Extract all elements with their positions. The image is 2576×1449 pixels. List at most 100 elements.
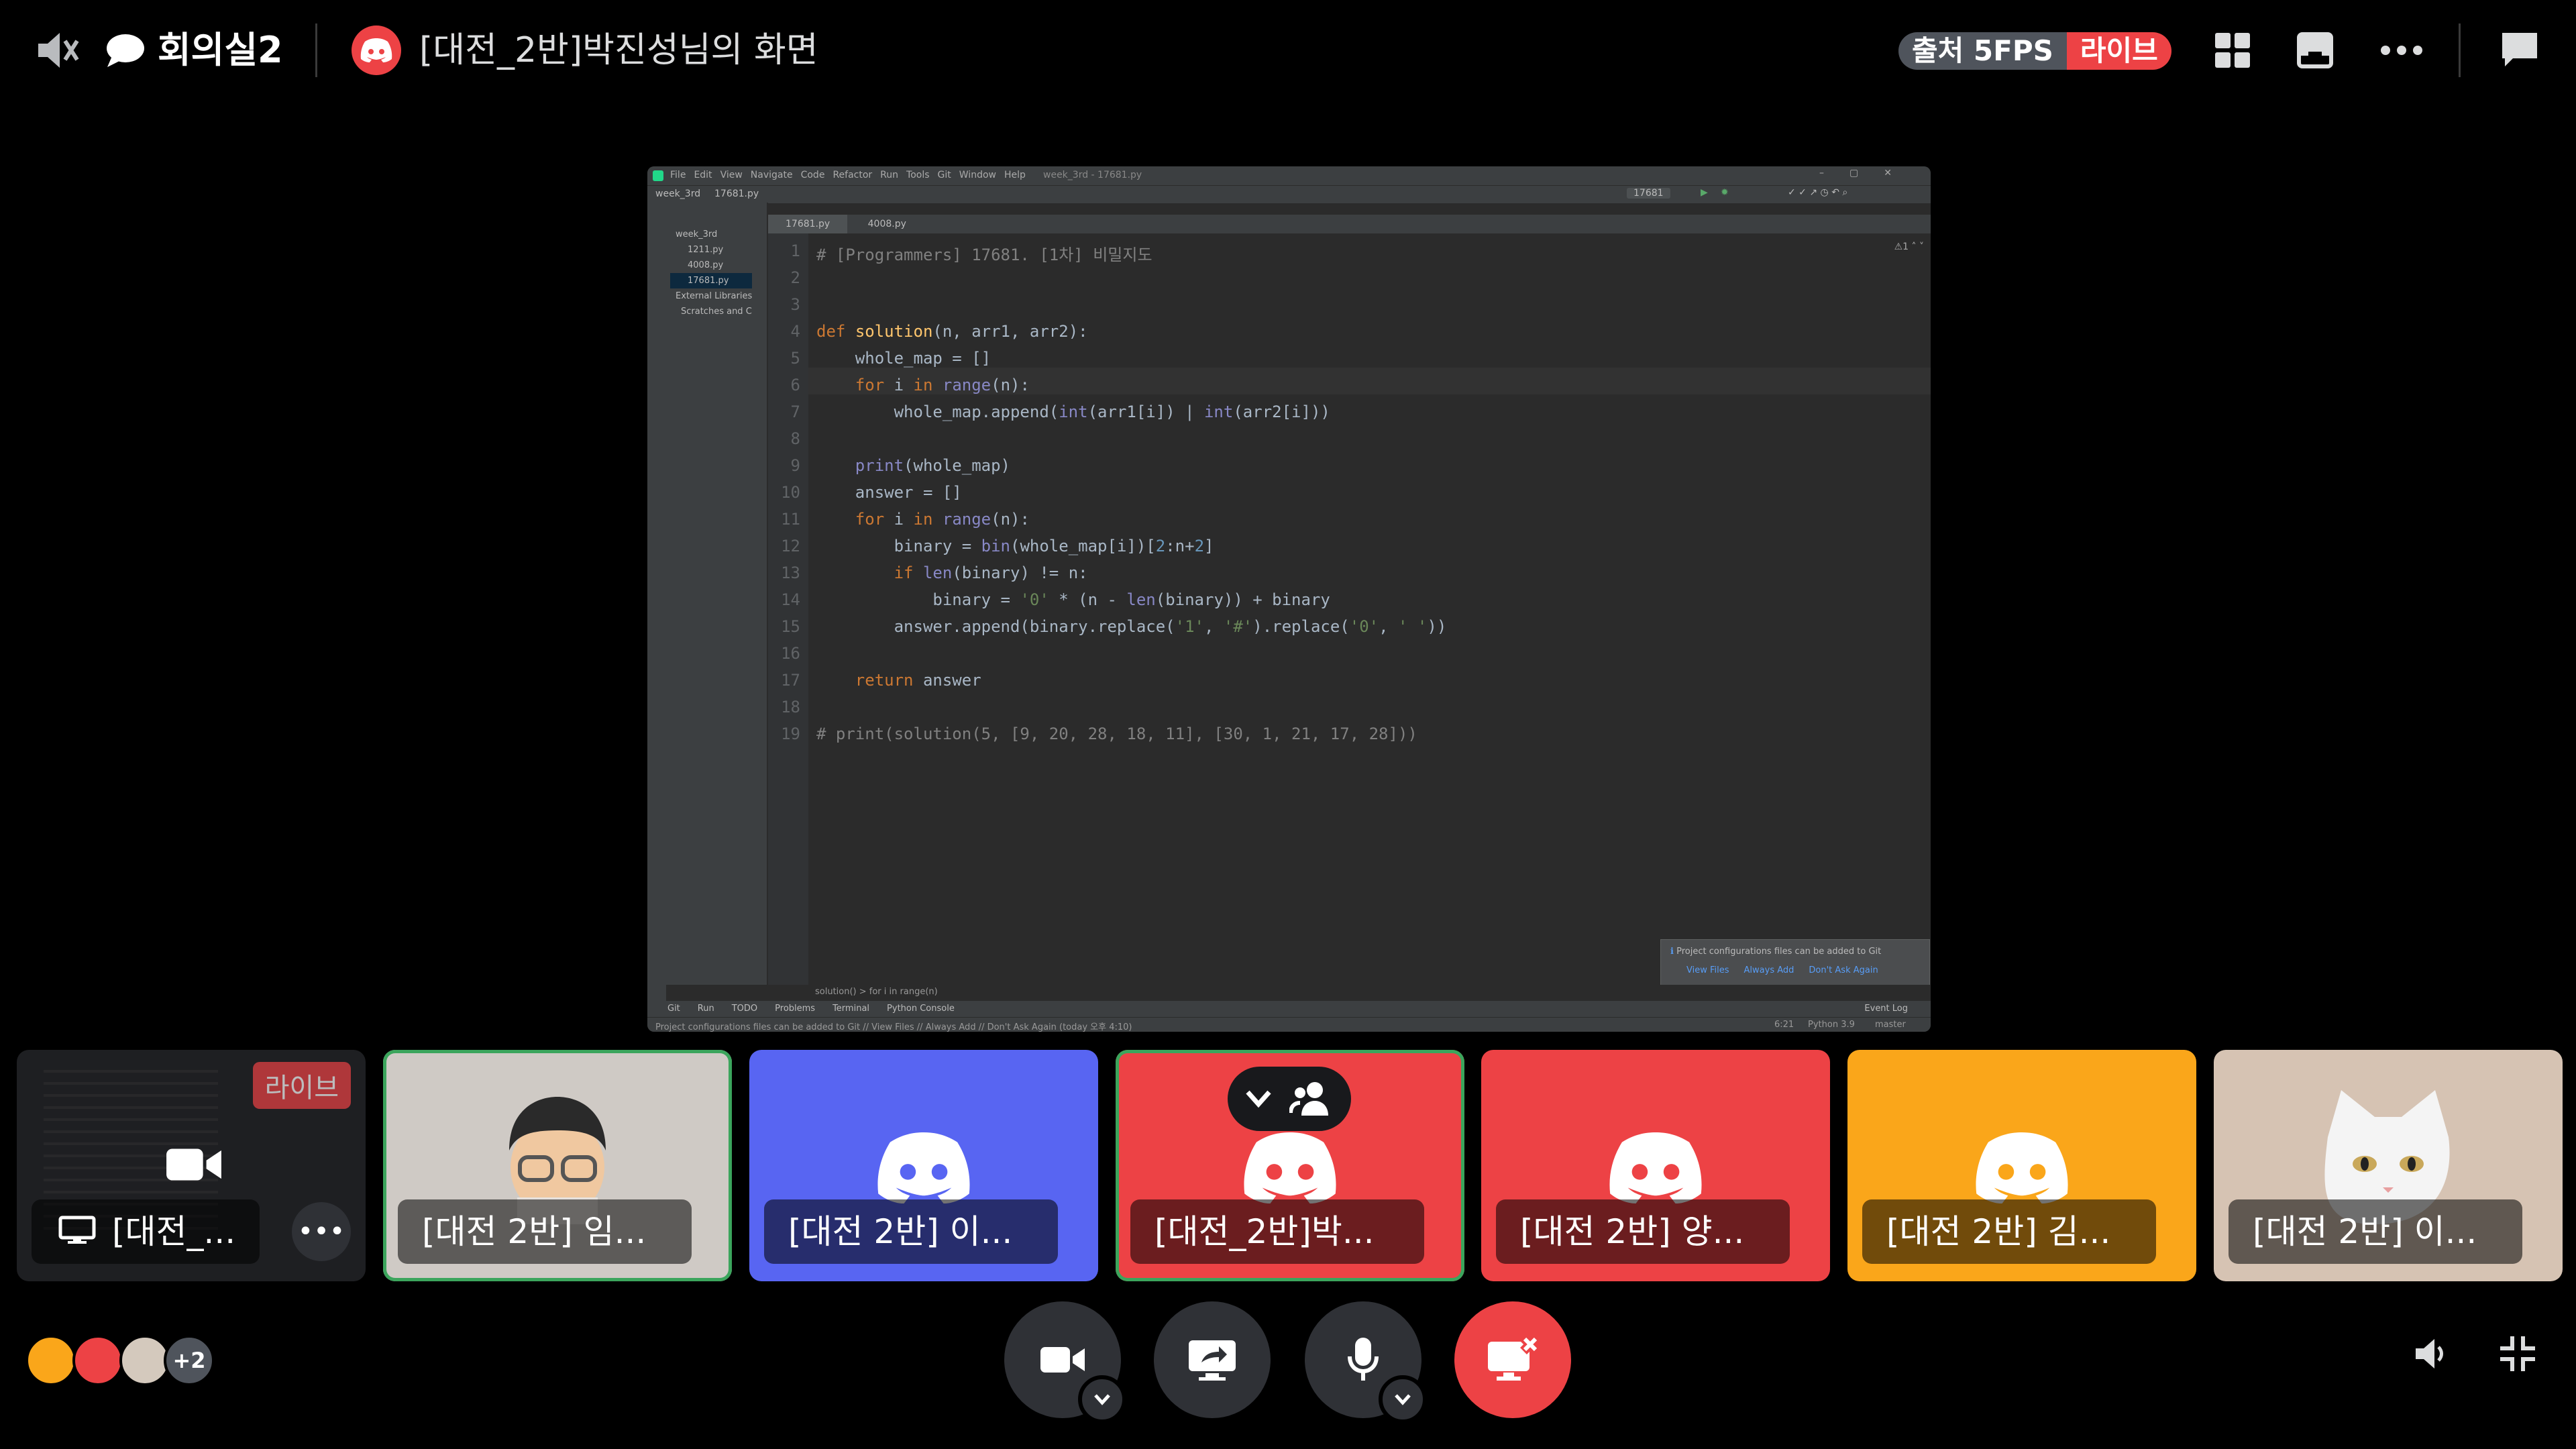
screen-share-stream[interactable]: File Edit View Navigate Code Refactor Run Tools… — [647, 166, 1931, 1032]
line-number: 15 — [781, 617, 800, 636]
code-line[interactable]: # [Programmers] 17681. [1차] 비밀지도 — [816, 241, 1152, 265]
line-number: 4 — [790, 322, 800, 341]
ide-menu-item[interactable]: Run — [880, 170, 898, 180]
avatar-discord-yellow[interactable] — [25, 1335, 76, 1386]
tool-window-tab[interactable]: Git — [667, 1004, 680, 1014]
line-number: 18 — [781, 698, 800, 716]
participant-tile[interactable]: [대전 2반] 양... — [1481, 1050, 1830, 1281]
stream-status-pill: 출처 5FPS 라이브 — [1898, 32, 2171, 70]
code-line[interactable]: # print(solution(5, [9, 20, 28, 18, 11],… — [816, 724, 1417, 743]
tile-more-options-icon[interactable]: ••• — [292, 1202, 351, 1261]
notification-text: ℹ Project configurations files can be ad… — [1670, 947, 1881, 957]
nav-file[interactable]: 17681.py — [714, 189, 759, 199]
debug-icon[interactable]: ✹ — [1721, 187, 1729, 198]
header-divider-right — [2459, 23, 2461, 77]
code-line[interactable]: answer = [] — [816, 483, 962, 502]
git-branch[interactable]: master — [1875, 1020, 1906, 1030]
git-actions[interactable]: ✓ ✓ ↗ ◷ ↶ ⌕ — [1788, 187, 1847, 198]
people-icon[interactable] — [1289, 1081, 1334, 1117]
code-editor[interactable]: ⚠1 ˄ ˅ # [Programmers] 17681. [1차] 비밀지도 d… — [808, 233, 1931, 985]
code-line[interactable]: if len(binary) != n: — [816, 564, 1088, 582]
popout-window-icon[interactable] — [2293, 28, 2337, 72]
ide-menu-item[interactable]: Window — [959, 170, 996, 180]
speaker-volume-icon[interactable] — [2408, 1332, 2453, 1376]
ide-menu-item[interactable]: Navigate — [751, 170, 793, 180]
view-files-link[interactable]: View Files — [1686, 965, 1729, 975]
chevron-down-icon[interactable] — [1245, 1089, 1272, 1108]
tool-window-tab[interactable]: Terminal — [833, 1004, 869, 1014]
editor-tabs: 17681.py 4008.py — [768, 215, 1931, 235]
ide-menu-item[interactable]: Edit — [694, 170, 712, 180]
focus-controls[interactable] — [1228, 1067, 1351, 1131]
exit-fullscreen-icon[interactable] — [2496, 1332, 2540, 1376]
ide-menu-item[interactable]: Help — [1004, 170, 1026, 180]
code-breadcrumb-text[interactable]: solution() > for i in range(n) — [815, 987, 938, 997]
code-line[interactable]: whole_map = [] — [816, 349, 991, 368]
window-controls[interactable]: –▢✕ — [1819, 168, 1917, 178]
microphone-button[interactable] — [1305, 1301, 1427, 1424]
video-camera-icon — [166, 1148, 221, 1181]
code-line[interactable]: answer.append(binary.replace('1', '#').r… — [816, 617, 1447, 636]
line-number: 6 — [790, 376, 800, 394]
run-icon[interactable]: ▶ — [1701, 187, 1708, 198]
project-tree-item[interactable]: 4008.py — [670, 258, 752, 273]
ide-menu-item[interactable]: View — [720, 170, 743, 180]
participant-tile[interactable]: [대전 2반] 이... — [749, 1050, 1098, 1281]
monitor-icon — [58, 1216, 96, 1244]
chat-toggle-icon[interactable] — [2496, 28, 2544, 72]
project-tree-item[interactable]: Scratches and C — [670, 304, 752, 319]
code-line[interactable]: whole_map.append(int(arr1[i]) | int(arr2… — [816, 402, 1330, 421]
tool-window-tab[interactable]: Python Console — [887, 1004, 955, 1014]
avatar-memoji[interactable] — [119, 1335, 170, 1386]
event-log-tab[interactable]: Event Log — [1864, 1004, 1908, 1014]
participant-tile[interactable]: [대전 2반] 김... — [1847, 1050, 2196, 1281]
camera-button[interactable] — [1004, 1301, 1126, 1424]
camera-options-chevron[interactable] — [1078, 1375, 1126, 1424]
participant-tile[interactable]: 라이브 [대전_... ••• — [17, 1050, 366, 1281]
extra-participants-count[interactable]: +2 — [164, 1335, 215, 1386]
pycharm-logo-icon — [653, 170, 663, 181]
code-line[interactable]: binary = '0' * (n - len(binary)) + binar… — [816, 590, 1330, 609]
cursor-position[interactable]: 6:21 — [1774, 1020, 1794, 1030]
code-line[interactable]: return answer — [816, 671, 981, 690]
grid-layout-icon[interactable] — [2210, 28, 2255, 72]
voice-settings-icon[interactable] — [31, 27, 85, 74]
nav-project[interactable]: week_3rd — [655, 189, 700, 199]
participant-tile[interactable]: [대전 2반] 이... — [2214, 1050, 2563, 1281]
git-notification[interactable]: ℹ Project configurations files can be ad… — [1660, 939, 1930, 990]
more-options-icon[interactable] — [2375, 28, 2428, 72]
dont-ask-link[interactable]: Don't Ask Again — [1809, 965, 1878, 975]
screen-share-button[interactable] — [1154, 1301, 1271, 1418]
stream-title: [대전_2반]박진성님의 화면 — [419, 30, 818, 70]
stop-stream-button[interactable] — [1454, 1301, 1571, 1418]
code-line[interactable]: for i in range(n): — [816, 510, 1030, 529]
ide-menu-item[interactable]: Refactor — [833, 170, 872, 180]
microphone-options-chevron[interactable] — [1379, 1375, 1427, 1424]
chat-bubble-icon[interactable] — [102, 30, 149, 70]
tool-window-tab[interactable]: TODO — [732, 1004, 757, 1014]
project-tree-item[interactable]: External Libraries — [670, 288, 752, 304]
project-tree-item[interactable]: 1211.py — [670, 242, 752, 258]
project-tree-item[interactable]: week_3rd — [670, 227, 752, 242]
ide-menu-item[interactable]: Tools — [906, 170, 930, 180]
tool-window-tab[interactable]: Run — [698, 1004, 714, 1014]
ide-menu-item[interactable]: Code — [801, 170, 825, 180]
ide-status-bar: Project configurations files can be adde… — [647, 1017, 1931, 1032]
participant-tile[interactable]: [대전 2반] 임... — [383, 1050, 732, 1281]
always-add-link[interactable]: Always Add — [1744, 965, 1794, 975]
project-tree-item[interactable]: 17681.py — [670, 273, 753, 288]
code-line[interactable]: def solution(n, arr1, arr2): — [816, 322, 1088, 341]
code-line[interactable]: print(whole_map) — [816, 456, 1010, 475]
project-panel: week_3rd 1211.py 4008.py 17681.py External L… — [666, 203, 768, 985]
tab-17681[interactable]: 17681.py — [768, 215, 848, 235]
code-line[interactable]: for i in range(n): — [816, 376, 1030, 394]
ide-menu-item[interactable]: Git — [938, 170, 951, 180]
tool-window-tab[interactable]: Problems — [775, 1004, 815, 1014]
python-interpreter[interactable]: Python 3.9 — [1808, 1020, 1855, 1030]
line-number: 1 — [790, 241, 800, 260]
ide-menu-item[interactable]: File — [670, 170, 686, 180]
code-line[interactable]: binary = bin(whole_map[i])[2:n+2] — [816, 537, 1214, 555]
tab-4008[interactable]: 4008.py — [851, 215, 924, 233]
run-config-select[interactable]: 17681 — [1627, 188, 1670, 199]
avatar-discord-red[interactable] — [72, 1335, 123, 1386]
